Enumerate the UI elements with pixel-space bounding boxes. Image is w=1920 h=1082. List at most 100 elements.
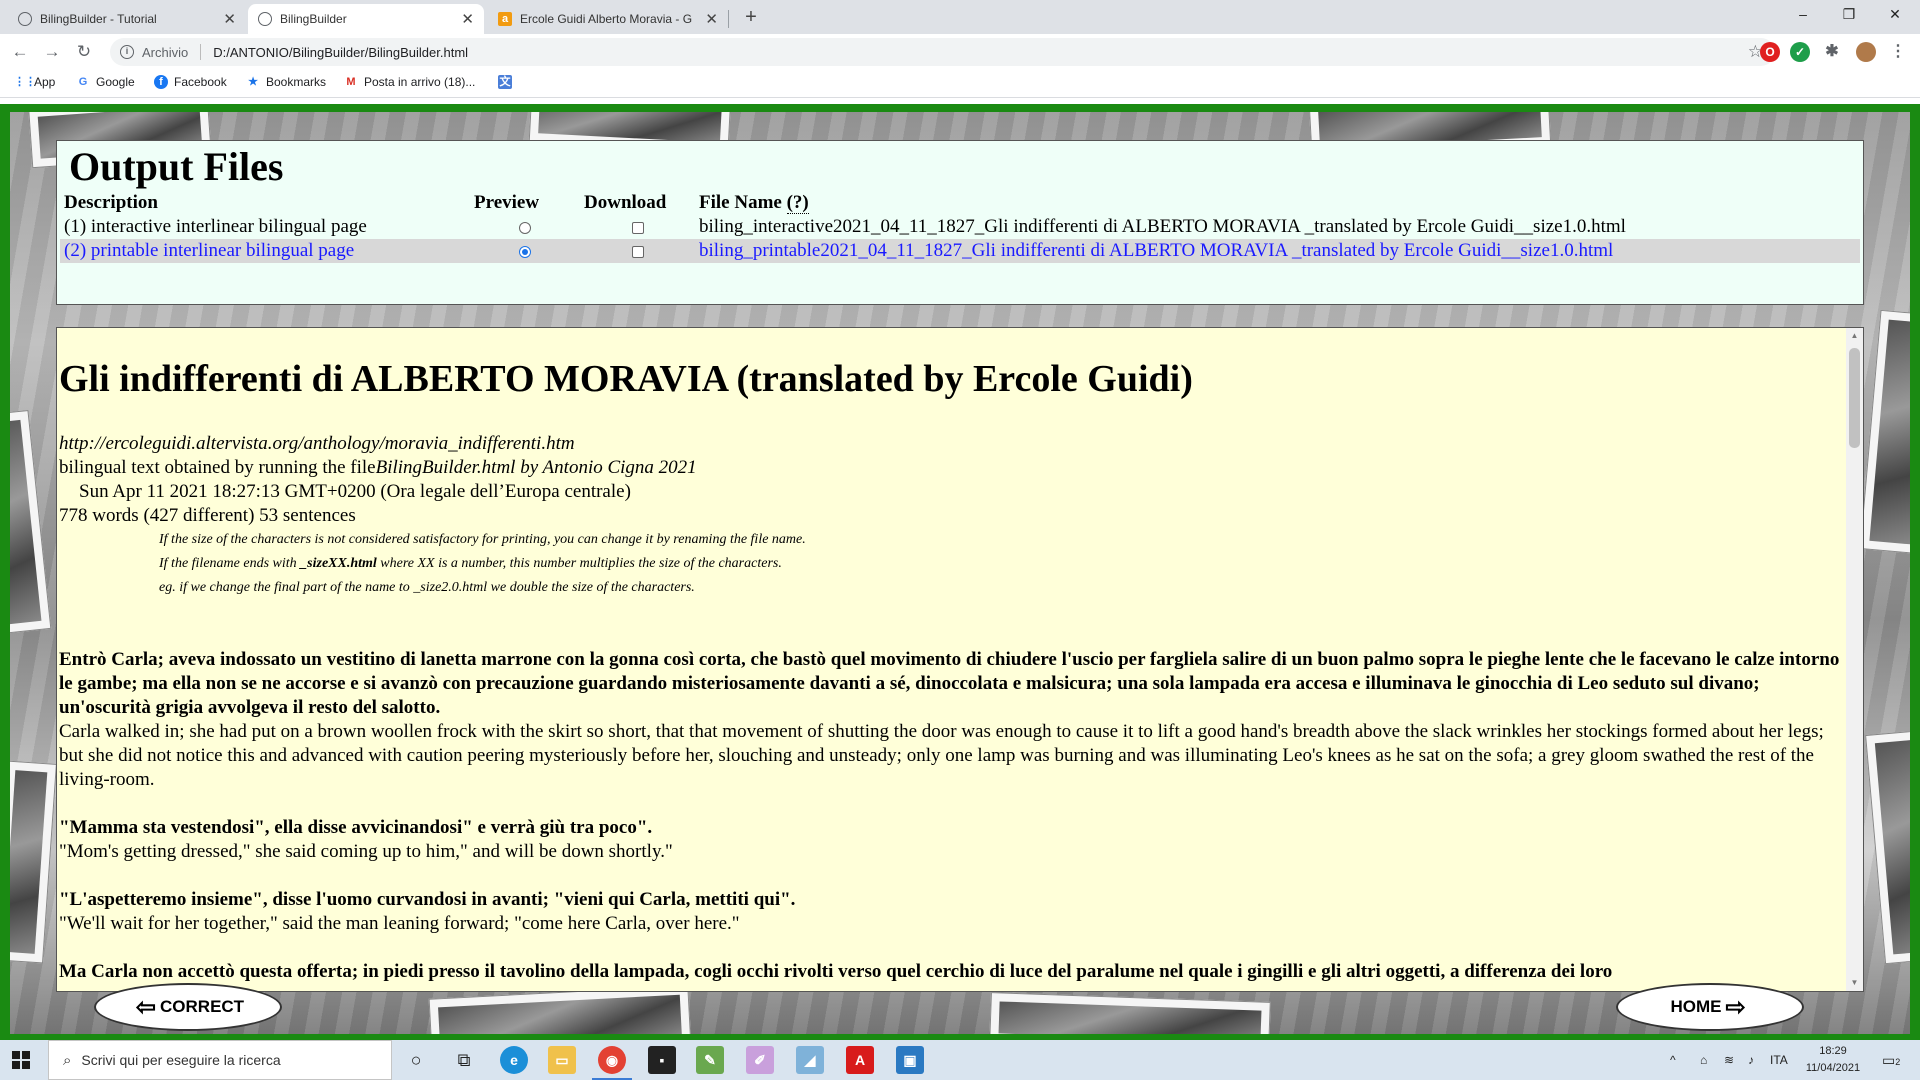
task-view-icon[interactable]: ⧉ [450, 1046, 478, 1074]
paragraph-italian: "L'aspetteremo insieme", disse l'uomo cu… [59, 889, 796, 910]
avatar[interactable] [1856, 42, 1876, 62]
output-files-title: Output Files [69, 144, 284, 189]
google-icon: G [78, 76, 88, 88]
background-photo [1865, 729, 1910, 965]
row-file-name: biling_interactive2021_04_11_1827_Gli in… [699, 216, 1626, 237]
minimize-button[interactable]: – [1780, 0, 1826, 30]
back-button[interactable]: ← [8, 40, 32, 64]
puzzle-extensions-icon[interactable]: ✱ [1822, 42, 1842, 62]
windows-start-icon[interactable] [12, 1051, 30, 1069]
scroll-down-icon[interactable]: ▼ [1846, 975, 1863, 991]
scroll-up-icon[interactable]: ▲ [1846, 328, 1863, 344]
bookmark-gmail[interactable]: M Posta in arrivo (18)... [344, 75, 475, 89]
browser-toolbar: ← → ↻ i Archivio D:/ANTONIO/BilingBuilde… [0, 34, 1920, 70]
size-note-1: If the size of the characters is not con… [159, 532, 806, 547]
translate-icon: 文 [498, 75, 512, 89]
tab-strip: BilingBuilder - Tutorial ✕ BilingBuilder… [0, 0, 1920, 34]
tab-separator [728, 10, 729, 28]
volume-icon[interactable]: ♪ [1748, 1040, 1754, 1080]
notifications-icon[interactable]: ▭2 [1882, 1040, 1900, 1080]
tab-tutorial[interactable]: BilingBuilder - Tutorial ✕ [8, 4, 246, 34]
background-photo [428, 985, 692, 1034]
clock-time: 18:29 [1819, 1045, 1847, 1057]
bookmark-app[interactable]: ⋮⋮ App [14, 75, 55, 89]
forward-button[interactable]: → [40, 40, 64, 64]
notepad-icon[interactable]: ✎ [696, 1046, 724, 1074]
reload-button[interactable]: ↻ [72, 40, 96, 64]
menu-icon[interactable]: ⋮ [1888, 42, 1908, 62]
close-window-button[interactable]: ✕ [1872, 0, 1918, 30]
opera-extension-icon[interactable]: O [1760, 42, 1780, 62]
size-note-2-suffix: where XX is a number, this number multip… [376, 556, 782, 571]
preview-scrollbar[interactable]: ▲ ▼ [1846, 328, 1863, 991]
arrow-left-icon: ⇦ [135, 993, 157, 1021]
bookmark-google[interactable]: G Google [76, 75, 135, 89]
paragraph-italian: "Mamma sta vestendosi", ella disse avvic… [59, 817, 653, 838]
file-name-help-link[interactable]: (?) [786, 192, 809, 214]
star-icon: ★ [248, 76, 258, 88]
paragraph-english: Carla walked in; she had put on a brown … [59, 721, 1824, 790]
paragraph-english: "Mom's getting dressed," she said coming… [59, 841, 673, 862]
preview-radio-interactive[interactable] [519, 221, 531, 234]
obtained-line: bilingual text obtained by running the f… [59, 456, 1845, 480]
tab-ercole-guidi[interactable]: a Ercole Guidi Alberto Moravia - G ✕ [488, 4, 728, 34]
column-header-file-name: File Name (?) [695, 191, 1860, 215]
home-button[interactable]: HOME ⇨ [1616, 983, 1804, 1031]
address-bar[interactable]: i Archivio D:/ANTONIO/BilingBuilder/Bili… [110, 38, 1775, 66]
url-text[interactable]: D:/ANTONIO/BilingBuilder/BilingBuilder.h… [213, 45, 468, 60]
wifi-icon[interactable]: ≋ [1724, 1040, 1734, 1080]
divider [200, 44, 202, 60]
tray-chevron-icon[interactable]: ^ [1670, 1040, 1676, 1080]
preview-frame[interactable]: Gli indifferenti di ALBERTO MORAVIA (tra… [56, 327, 1864, 992]
clock-date: 11/04/2021 [1805, 1062, 1861, 1074]
facebook-icon: f [154, 75, 168, 89]
bookmark-label: Posta in arrivo (18)... [364, 75, 476, 89]
app-icon[interactable]: ◢ [796, 1046, 824, 1074]
apps-grid-icon: ⋮⋮ [14, 76, 36, 88]
new-tab-button[interactable]: + [738, 4, 764, 30]
photos-icon[interactable]: ▣ [896, 1046, 924, 1074]
obtained-prefix: bilingual text obtained by running the f… [59, 457, 376, 478]
page-frame: Output Files Description Preview Downloa… [0, 104, 1920, 1040]
correct-button[interactable]: ⇦ CORRECT [94, 983, 282, 1031]
size-note-2-bold: _sizeXX.html [300, 556, 377, 571]
notification-count: 2 [1895, 1057, 1901, 1067]
background-photo [10, 760, 57, 964]
file-explorer-icon[interactable]: ▭ [548, 1046, 576, 1074]
download-checkbox-printable[interactable] [631, 245, 644, 258]
bookmark-facebook[interactable]: f Facebook [154, 75, 227, 89]
globe-icon [18, 12, 32, 26]
restore-button[interactable]: ❐ [1826, 0, 1872, 30]
network-icon[interactable]: ⌂ [1700, 1040, 1707, 1080]
preview-radio-printable[interactable] [519, 245, 531, 258]
info-icon[interactable]: i [120, 45, 134, 59]
terminal-icon[interactable]: ▪ [648, 1046, 676, 1074]
tab-label: Ercole Guidi Alberto Moravia - G [520, 12, 693, 26]
row-download-cell [580, 215, 695, 239]
close-icon[interactable]: ✕ [223, 10, 236, 28]
language-indicator[interactable]: ITA [1770, 1040, 1788, 1080]
gmail-icon: M [346, 76, 356, 88]
acrobat-icon[interactable]: A [846, 1046, 874, 1074]
table-header-row: Description Preview Download File Name (… [60, 191, 1860, 215]
paint-icon[interactable]: ✐ [746, 1046, 774, 1074]
search-placeholder: Scrivi qui per eseguire la ricerca [81, 1052, 281, 1068]
taskbar-search-box[interactable]: ⌕ Scrivi qui per eseguire la ricerca [48, 1040, 392, 1080]
background-photo [1859, 309, 1910, 555]
scrollbar-thumb[interactable] [1849, 348, 1860, 448]
source-url: http://ercoleguidi.altervista.org/anthol… [59, 433, 575, 454]
download-checkbox-interactive[interactable] [631, 221, 644, 234]
column-header-preview: Preview [474, 192, 540, 213]
close-icon[interactable]: ✕ [705, 10, 718, 28]
bookmark-translate[interactable]: 文 [498, 75, 518, 89]
edge-icon[interactable]: e [500, 1046, 528, 1074]
shield-extension-icon[interactable]: ✓ [1790, 42, 1810, 62]
bookmark-label: Facebook [174, 75, 227, 89]
table-row: (2) printable interlinear bilingual page… [60, 239, 1860, 263]
tab-bilingbuilder[interactable]: BilingBuilder ✕ [248, 4, 484, 34]
chrome-icon[interactable]: ◉ [592, 1046, 632, 1080]
cortana-icon[interactable]: ○ [402, 1046, 430, 1074]
bookmark-bookmarks[interactable]: ★ Bookmarks [246, 75, 326, 89]
taskbar-clock[interactable]: 18:29 11/04/2021 [1800, 1043, 1866, 1077]
close-icon[interactable]: ✕ [461, 10, 474, 28]
